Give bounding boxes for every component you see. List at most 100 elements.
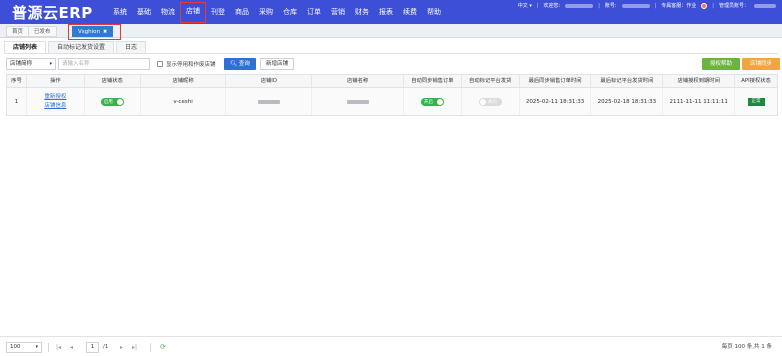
nav-item-marketing[interactable]: 营销 xyxy=(326,0,350,24)
col-expire: 店铺授权到期时间 xyxy=(663,75,736,87)
toggle-knob xyxy=(116,98,123,105)
first-page-icon[interactable]: |◂ xyxy=(56,342,61,353)
row-last-mark: 2025-02-18 18:31:33 xyxy=(591,88,664,115)
refresh-icon[interactable]: ⟳ xyxy=(160,342,166,353)
divider: | xyxy=(712,2,714,9)
nav-item-store[interactable]: 店铺 xyxy=(180,2,206,23)
top-bar: 普源云ERP 系统 基础 物流 店铺 刊登 商品 采购 仓库 订单 营销 财务 … xyxy=(0,0,782,24)
col-index: 序号 xyxy=(7,75,27,87)
search-icon: 🔍︎ xyxy=(230,61,238,67)
col-auto-mark: 自动标记平台发货 xyxy=(462,75,520,87)
tab-highlight-box xyxy=(68,24,121,40)
row-store-id xyxy=(226,88,313,115)
toggle-label: 启用 xyxy=(103,99,113,105)
col-store-name: 店铺名称 xyxy=(312,75,404,87)
last-page-icon[interactable]: ▸| xyxy=(132,342,137,353)
welcome-text: 欢迎您: xyxy=(543,3,561,9)
row-auto-sync: 开启 xyxy=(404,88,462,115)
pagination: 100 ▾ |◂ ◂ 1 /1 ▸ ▸| ⟳ 每页 100 条,共 1 条 xyxy=(0,336,782,356)
user-info: 中文 ▾ | 欢迎您: | 账号: | 专属客服：作业 | 管理员账号： xyxy=(518,2,776,9)
page-tab-label: 首页 xyxy=(12,29,24,35)
divider xyxy=(48,343,49,352)
divider: | xyxy=(654,2,657,9)
row-status: 启用 xyxy=(85,88,141,115)
page-tab-published[interactable]: 已发布 xyxy=(28,26,57,37)
search-button[interactable]: 🔍︎ 查询 xyxy=(224,58,256,70)
row-api-status: 正常 xyxy=(735,88,777,115)
divider xyxy=(150,343,151,352)
col-last-mark: 最后标记平台发货时间 xyxy=(591,75,664,87)
redacted-admin xyxy=(754,3,776,8)
chevron-down-icon: ▾ xyxy=(35,344,38,350)
auto-sync-toggle[interactable]: 开启 xyxy=(420,97,444,106)
divider: | xyxy=(598,2,600,9)
page-size-value: 100 xyxy=(10,344,21,350)
sub-tabs: 店铺列表 自动标记发货设置 日志 xyxy=(4,41,148,53)
search-input[interactable]: 请输入名称 xyxy=(58,58,150,70)
row-auto-mark: 关闭 xyxy=(462,88,520,115)
row-last-sync: 2025-02-11 18:31:33 xyxy=(520,88,592,115)
toolbar: 店铺简称 ▾ 请输入名称 显示停用和作废店铺 🔍︎ 查询 新增店铺 授权帮助 店… xyxy=(6,58,780,70)
language-select[interactable]: 中文 ▾ xyxy=(518,2,532,9)
row-actions: 重新授权 店铺信息 xyxy=(27,88,85,115)
toggle-label: 关闭 xyxy=(487,99,497,105)
page-size-select[interactable]: 100 ▾ xyxy=(6,342,42,353)
search-button-label: 查询 xyxy=(238,61,250,67)
store-status-toggle[interactable]: 启用 xyxy=(100,97,124,106)
page-total: /1 xyxy=(103,344,109,350)
nav-item-order[interactable]: 订单 xyxy=(302,0,326,24)
page-number-input[interactable]: 1 xyxy=(86,342,99,353)
auto-mark-toggle[interactable]: 关闭 xyxy=(478,97,502,106)
divider xyxy=(4,53,778,54)
row-nickname: v-ceshi xyxy=(141,88,227,115)
row-expire: 2111-11-11 11:11:11 xyxy=(663,88,736,115)
col-actions: 操作 xyxy=(27,75,85,87)
col-nickname: 店铺昵称 xyxy=(141,75,227,87)
nav-item-basic[interactable]: 基础 xyxy=(132,0,156,24)
redacted-username xyxy=(565,3,594,8)
nav-item-renew[interactable]: 续费 xyxy=(398,0,422,24)
row-index: 1 xyxy=(7,88,27,115)
prev-page-icon[interactable]: ◂ xyxy=(70,342,73,353)
nav-item-listing[interactable]: 刊登 xyxy=(206,0,230,24)
nav-item-system[interactable]: 系统 xyxy=(108,0,132,24)
chevron-down-icon: ▾ xyxy=(49,61,52,67)
show-disabled-checkbox[interactable] xyxy=(157,61,163,67)
redacted-store-id xyxy=(257,99,280,104)
nav-item-report[interactable]: 报表 xyxy=(374,0,398,24)
row-store-name xyxy=(312,88,404,115)
nav-item-help[interactable]: 帮助 xyxy=(422,0,446,24)
redacted-store-name xyxy=(346,99,369,104)
col-status: 店铺状态 xyxy=(85,75,141,87)
main-nav: 系统 基础 物流 店铺 刊登 商品 采购 仓库 订单 营销 财务 报表 续费 帮… xyxy=(108,0,446,24)
toggle-knob xyxy=(479,98,486,105)
nav-item-warehouse[interactable]: 仓库 xyxy=(278,0,302,24)
page-tab-home[interactable]: 首页 xyxy=(6,26,30,37)
toggle-knob xyxy=(436,98,443,105)
nav-item-purchase[interactable]: 采购 xyxy=(254,0,278,24)
auth-help-button[interactable]: 授权帮助 xyxy=(702,58,740,70)
show-disabled-label: 显示停用和作废店铺 xyxy=(166,62,216,68)
next-page-icon[interactable]: ▸ xyxy=(120,342,123,353)
search-field-select[interactable]: 店铺简称 ▾ xyxy=(6,58,56,70)
tab-log[interactable]: 日志 xyxy=(116,41,147,53)
reauthorize-link[interactable]: 重新授权 xyxy=(44,93,66,102)
table-header: 序号 操作 店铺状态 店铺昵称 店铺ID 店铺名称 自动同步销售订单 自动标记平… xyxy=(6,74,778,88)
page-tab-label: 已发布 xyxy=(34,29,51,35)
add-store-button[interactable]: 新增店铺 xyxy=(260,58,294,70)
nav-item-logistics[interactable]: 物流 xyxy=(156,0,180,24)
table-row: 1 重新授权 店铺信息 启用 v-ceshi 开启 关闭 2025-02-11 … xyxy=(6,88,778,116)
nav-item-finance[interactable]: 财务 xyxy=(350,0,374,24)
store-info-link[interactable]: 店铺信息 xyxy=(44,102,66,111)
admin-account-label: 管理员账号： xyxy=(718,3,749,9)
store-sync-button[interactable]: 店铺同步 xyxy=(742,58,780,70)
page-info: 每页 100 条,共 1 条 xyxy=(721,344,772,350)
nav-item-product[interactable]: 商品 xyxy=(230,0,254,24)
tab-store-list[interactable]: 店铺列表 xyxy=(4,41,47,53)
divider: | xyxy=(536,2,539,9)
toggle-label: 开启 xyxy=(423,99,433,105)
tab-auto-mark-settings[interactable]: 自动标记发货设置 xyxy=(48,41,115,53)
app-logo[interactable]: 普源云ERP xyxy=(12,2,93,23)
col-auto-sync: 自动同步销售订单 xyxy=(404,75,462,87)
exclusive-service[interactable]: 专属客服：作业 xyxy=(661,2,696,9)
